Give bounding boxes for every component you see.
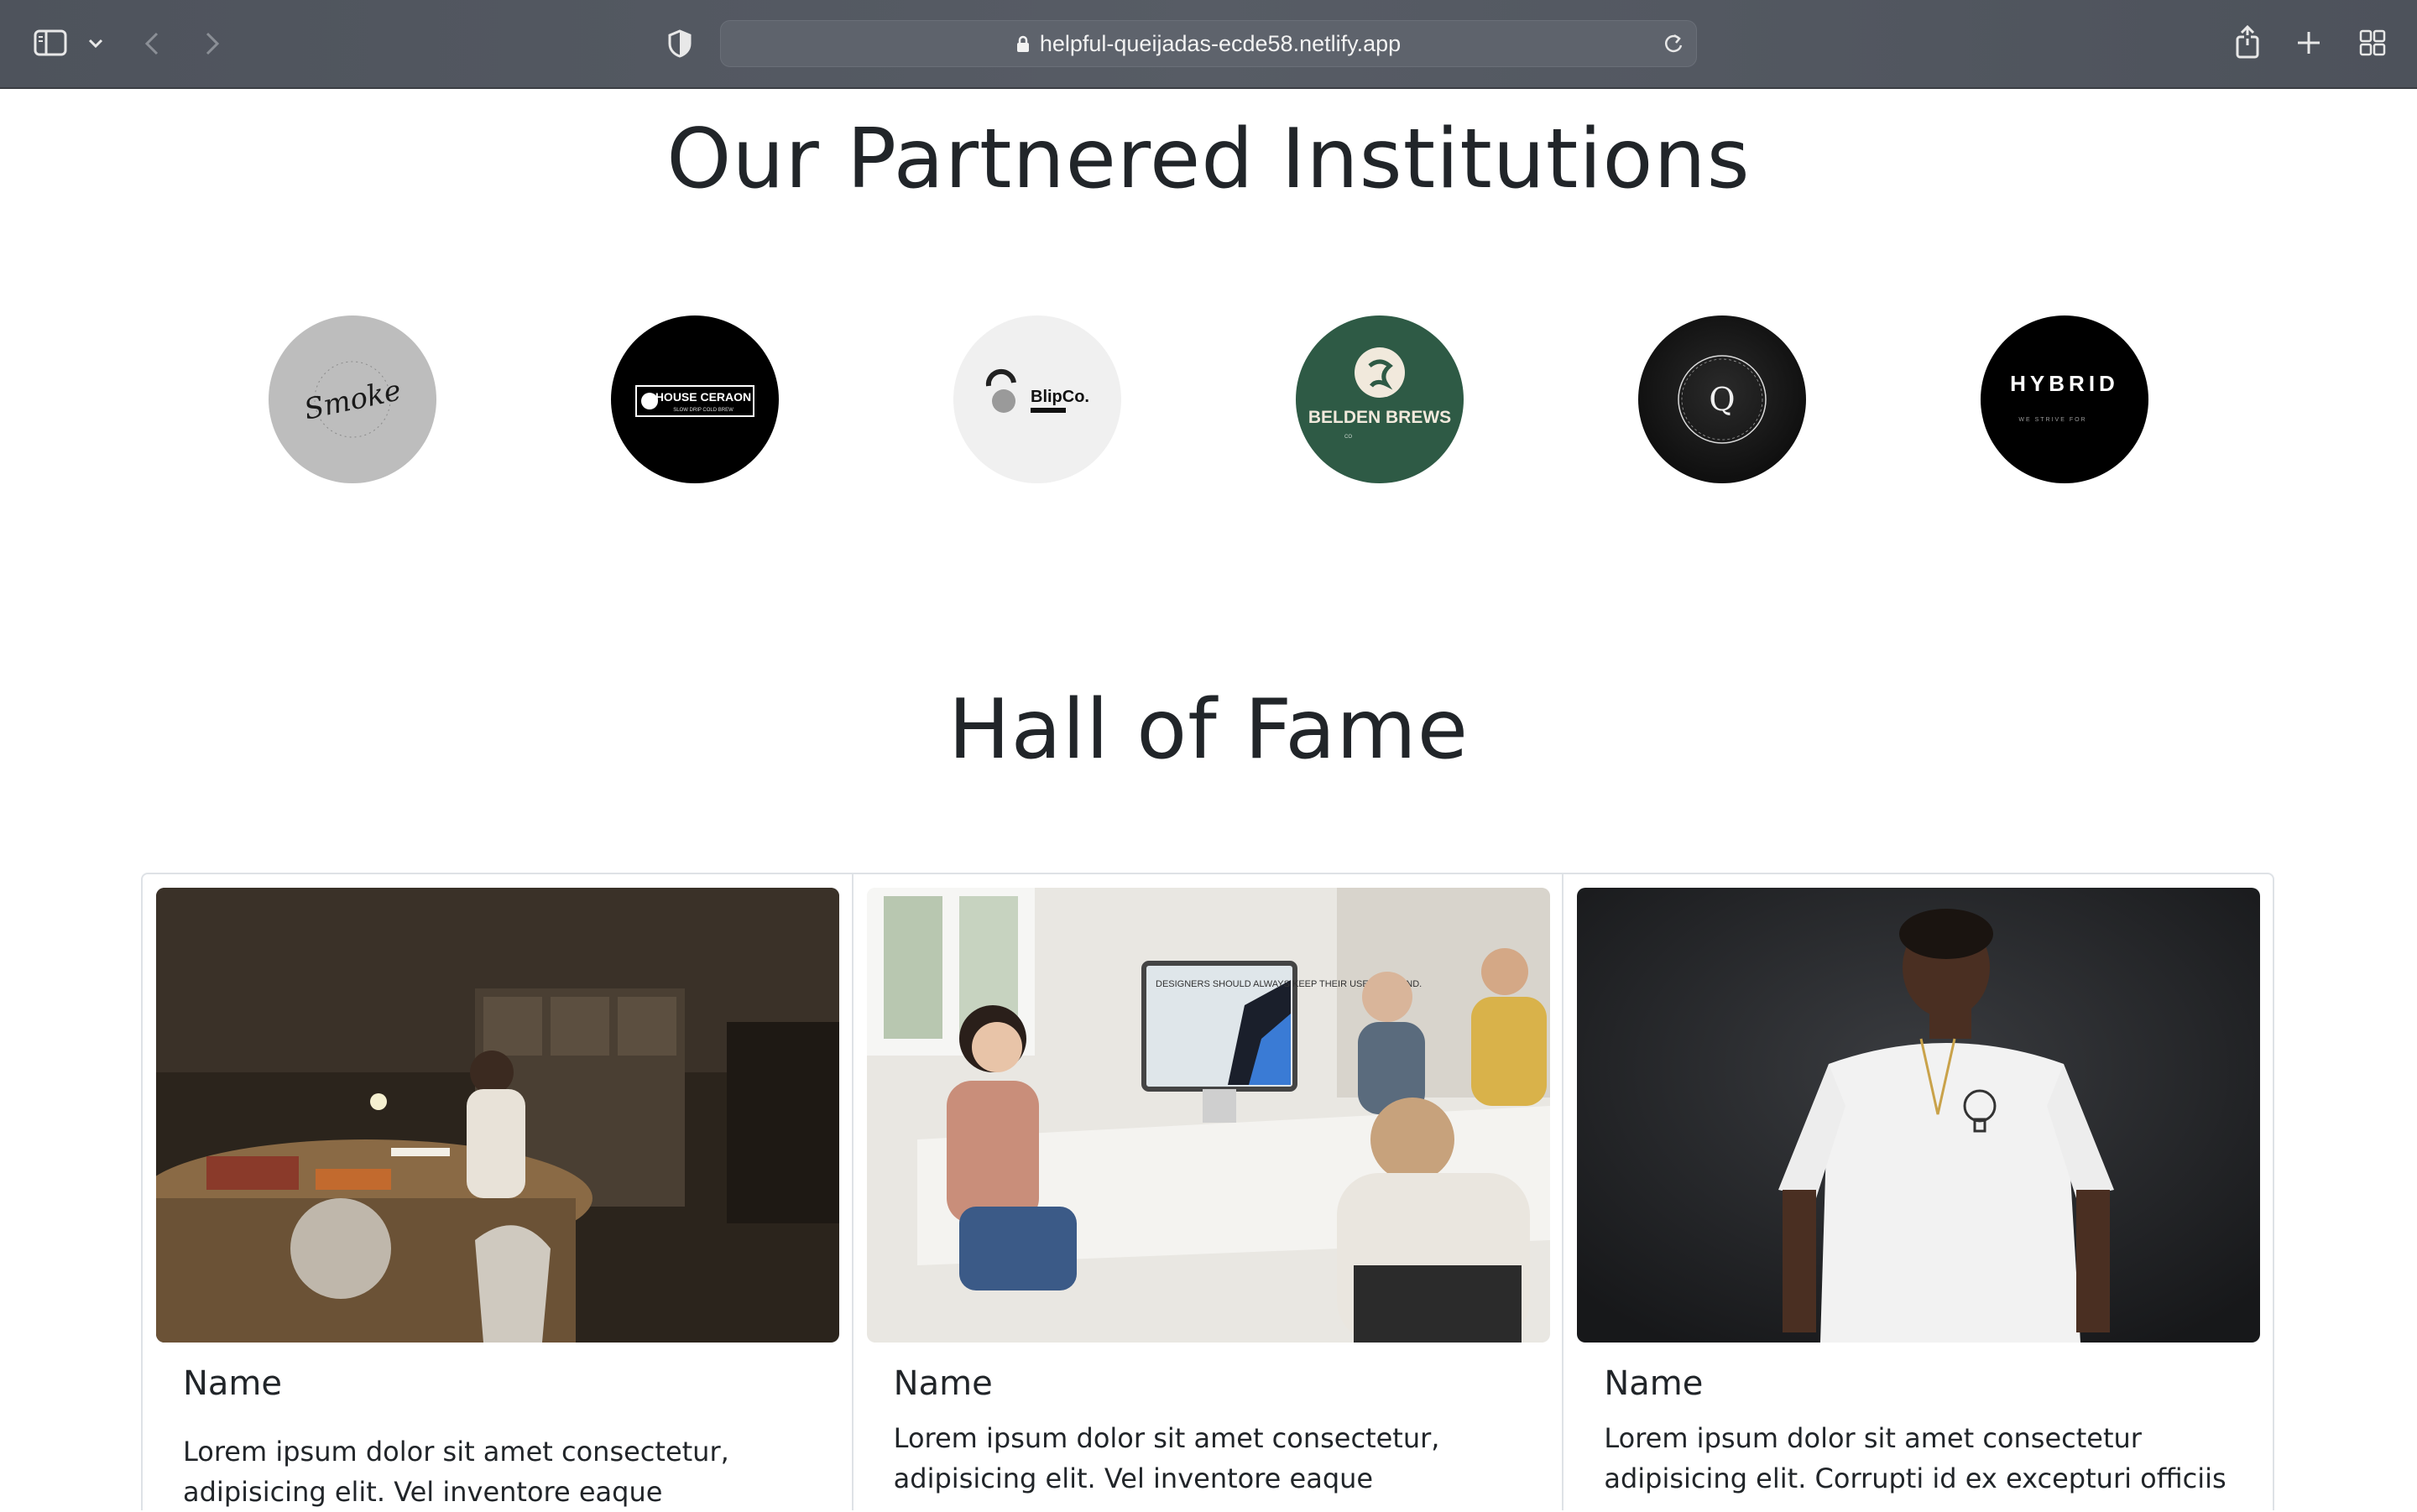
- tab-overview-icon[interactable]: [2358, 29, 2387, 57]
- house-ceraon-logo-art: HOUSE CERAON SLOW DRIP COLD BREW: [635, 385, 754, 417]
- partner-logo-house-ceraon[interactable]: HOUSE CERAON SLOW DRIP COLD BREW: [611, 315, 779, 483]
- partner-logo-q[interactable]: Q: [1638, 315, 1806, 483]
- hall-of-fame-card[interactable]: DESIGNERS SHOULD ALWAYS KEEP THEIR USERS…: [851, 874, 1563, 1510]
- partner-logo-hybrid[interactable]: HYBRID WE STRIVE FOR: [1981, 315, 2148, 483]
- svg-text:CO: CO: [1344, 435, 1352, 440]
- svg-text:HYBRID: HYBRID: [2010, 371, 2119, 396]
- chevron-down-icon[interactable]: [86, 34, 106, 54]
- partner-logo-smoke[interactable]: Smoke: [269, 315, 436, 483]
- forward-icon[interactable]: [200, 29, 225, 59]
- card-image-man-white-tshirt: [1577, 888, 2261, 1343]
- smoke-logo-art: Smoke: [301, 361, 404, 438]
- svg-text:SLOW DRIP COLD BREW: SLOW DRIP COLD BREW: [673, 408, 733, 413]
- card-image-office-team: DESIGNERS SHOULD ALWAYS KEEP THEIR USERS…: [866, 888, 1550, 1343]
- share-icon[interactable]: [2234, 23, 2261, 60]
- partner-logos: Smoke HOUSE CERAON SLOW DRIP COLD BREW B…: [0, 315, 2417, 483]
- card-description: Lorem ipsum dolor sit amet consectetur, …: [183, 1436, 729, 1508]
- card-image-craft-workshop: [156, 888, 839, 1343]
- svg-text:BlipCo.: BlipCo.: [1031, 388, 1089, 406]
- partners-title: Our Partnered Institutions: [666, 112, 1751, 207]
- partner-logo-belden-brews[interactable]: BELDEN BREWS CO: [1296, 315, 1464, 483]
- card-name: Name: [183, 1364, 283, 1403]
- card-name: Name: [1604, 1364, 1704, 1403]
- card-name: Name: [893, 1364, 993, 1403]
- partner-logo-blipco[interactable]: BlipCo.: [953, 315, 1121, 483]
- lock-icon: [1016, 35, 1030, 52]
- shield-icon[interactable]: [665, 29, 695, 59]
- reload-icon[interactable]: [1663, 32, 1684, 59]
- hall-of-fame-card[interactable]: Name Lorem ipsum dolor sit amet consecte…: [143, 874, 852, 1510]
- svg-text:Smoke: Smoke: [301, 373, 404, 426]
- browser-toolbar: helpful-queijadas-ecde58.netlify.app: [0, 0, 2417, 89]
- hybrid-logo-art: HYBRID WE STRIVE FOR: [2010, 371, 2119, 423]
- back-icon[interactable]: [139, 29, 164, 59]
- svg-text:BELDEN BREWS: BELDEN BREWS: [1308, 408, 1451, 427]
- svg-text:HOUSE CERAON: HOUSE CERAON: [655, 390, 751, 404]
- hall-of-fame-title: Hall of Fame: [947, 682, 1470, 778]
- blipco-logo-art: BlipCo.: [985, 368, 1089, 413]
- sidebar-icon[interactable]: [34, 29, 67, 57]
- url-text: helpful-queijadas-ecde58.netlify.app: [1039, 30, 1402, 56]
- new-tab-icon[interactable]: [2294, 29, 2323, 57]
- hall-of-fame-card[interactable]: Name Lorem ipsum dolor sit amet consecte…: [1562, 874, 2273, 1510]
- belden-brews-logo-art: BELDEN BREWS CO: [1308, 347, 1451, 440]
- q-logo-art: Q: [1678, 355, 1767, 444]
- address-bar[interactable]: helpful-queijadas-ecde58.netlify.app: [720, 20, 1697, 67]
- card-description: Lorem ipsum dolor sit amet consectetur a…: [1604, 1422, 2226, 1494]
- card-description: Lorem ipsum dolor sit amet consectetur, …: [893, 1422, 1440, 1494]
- svg-text:WE STRIVE FOR: WE STRIVE FOR: [2018, 417, 2086, 423]
- hall-of-fame-cards: Name Lorem ipsum dolor sit amet consecte…: [141, 873, 2274, 1510]
- svg-text:Q: Q: [1709, 381, 1735, 418]
